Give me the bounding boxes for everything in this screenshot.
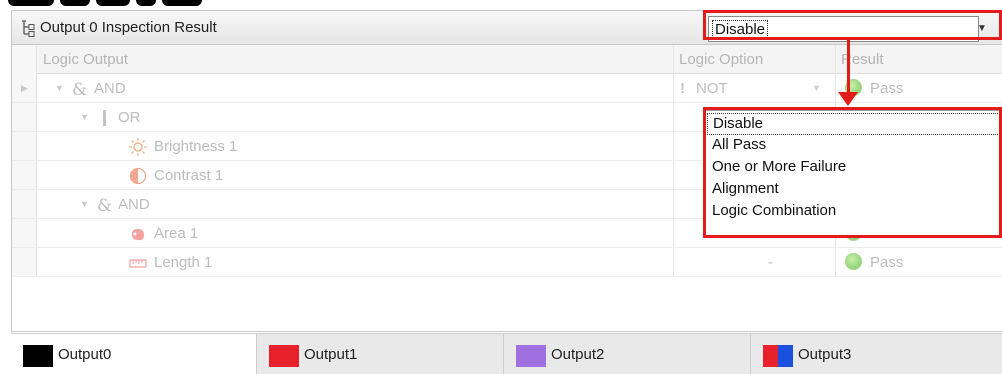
- output-mode-value: Disable: [712, 20, 769, 40]
- and-icon: &: [72, 80, 87, 98]
- tab-output3[interactable]: Output3: [751, 334, 1002, 374]
- length-icon: [129, 259, 147, 268]
- color-swatch: [763, 345, 793, 367]
- logic-option-value: -: [768, 254, 773, 271]
- column-header-logic-option[interactable]: Logic Option: [673, 45, 835, 74]
- pass-icon: [845, 253, 862, 270]
- chevron-down-icon[interactable]: ▼: [812, 74, 821, 103]
- row-indicator-icon: ▶: [21, 83, 28, 93]
- tab-output2[interactable]: Output2: [504, 334, 751, 374]
- color-swatch: [23, 345, 53, 367]
- collapse-icon[interactable]: ▼: [55, 74, 64, 103]
- svg-text:&: &: [97, 196, 112, 214]
- color-swatch: [269, 345, 299, 367]
- row-label: AND: [94, 80, 126, 97]
- tree-structure-icon: [22, 20, 35, 37]
- collapse-icon[interactable]: ▼: [80, 103, 89, 132]
- collapse-icon[interactable]: ▼: [80, 190, 89, 219]
- row-label: OR: [118, 109, 141, 126]
- tab-output0[interactable]: Output0: [11, 334, 257, 374]
- column-header-logic-output[interactable]: Logic Output: [37, 45, 673, 74]
- panel-header: Output 0 Inspection Result Disable ▼: [12, 11, 1002, 45]
- annotation-arrow-line: [847, 40, 850, 94]
- dropdown-option-disable[interactable]: Disable: [707, 113, 1000, 135]
- row-label: Area 1: [154, 225, 199, 242]
- output-tab-bar: Output0 Output1 Output2 Output3: [11, 333, 1002, 374]
- row-label: Contrast 1: [154, 167, 224, 184]
- or-icon: [103, 110, 106, 126]
- row-label: Brightness 1: [154, 138, 238, 155]
- dropdown-option-one-or-more-failure[interactable]: One or More Failure: [712, 157, 846, 177]
- contrast-icon: [129, 167, 147, 185]
- panel-title: Output 0 Inspection Result: [40, 19, 217, 36]
- output-mode-select[interactable]: Disable: [708, 16, 979, 42]
- tab-output1[interactable]: Output1: [257, 334, 504, 374]
- color-swatch: [516, 345, 546, 367]
- annotation-arrow-head-icon: [838, 92, 858, 106]
- result-cell: Pass: [845, 248, 903, 277]
- clipped-heading: [0, 0, 1002, 10]
- svg-text:&: &: [72, 80, 87, 98]
- area-icon: [131, 229, 144, 241]
- row-label: Length 1: [154, 254, 213, 271]
- row-label: AND: [118, 196, 150, 213]
- table-row[interactable]: Length 1 - Pass: [12, 248, 1002, 277]
- column-header-result[interactable]: Result: [835, 45, 1002, 74]
- and-icon: &: [97, 196, 112, 214]
- chevron-down-icon[interactable]: ▼: [975, 20, 989, 38]
- logic-option-select[interactable]: NOT: [696, 74, 728, 103]
- not-icon: !: [680, 80, 685, 97]
- dropdown-option-alignment[interactable]: Alignment: [712, 179, 779, 199]
- dropdown-option-logic-combination[interactable]: Logic Combination: [712, 201, 836, 221]
- dropdown-option-all-pass[interactable]: All Pass: [712, 135, 766, 155]
- brightness-icon: [129, 138, 147, 156]
- output-mode-dropdown-list: Disable All Pass One or More Failure Ali…: [705, 110, 1002, 236]
